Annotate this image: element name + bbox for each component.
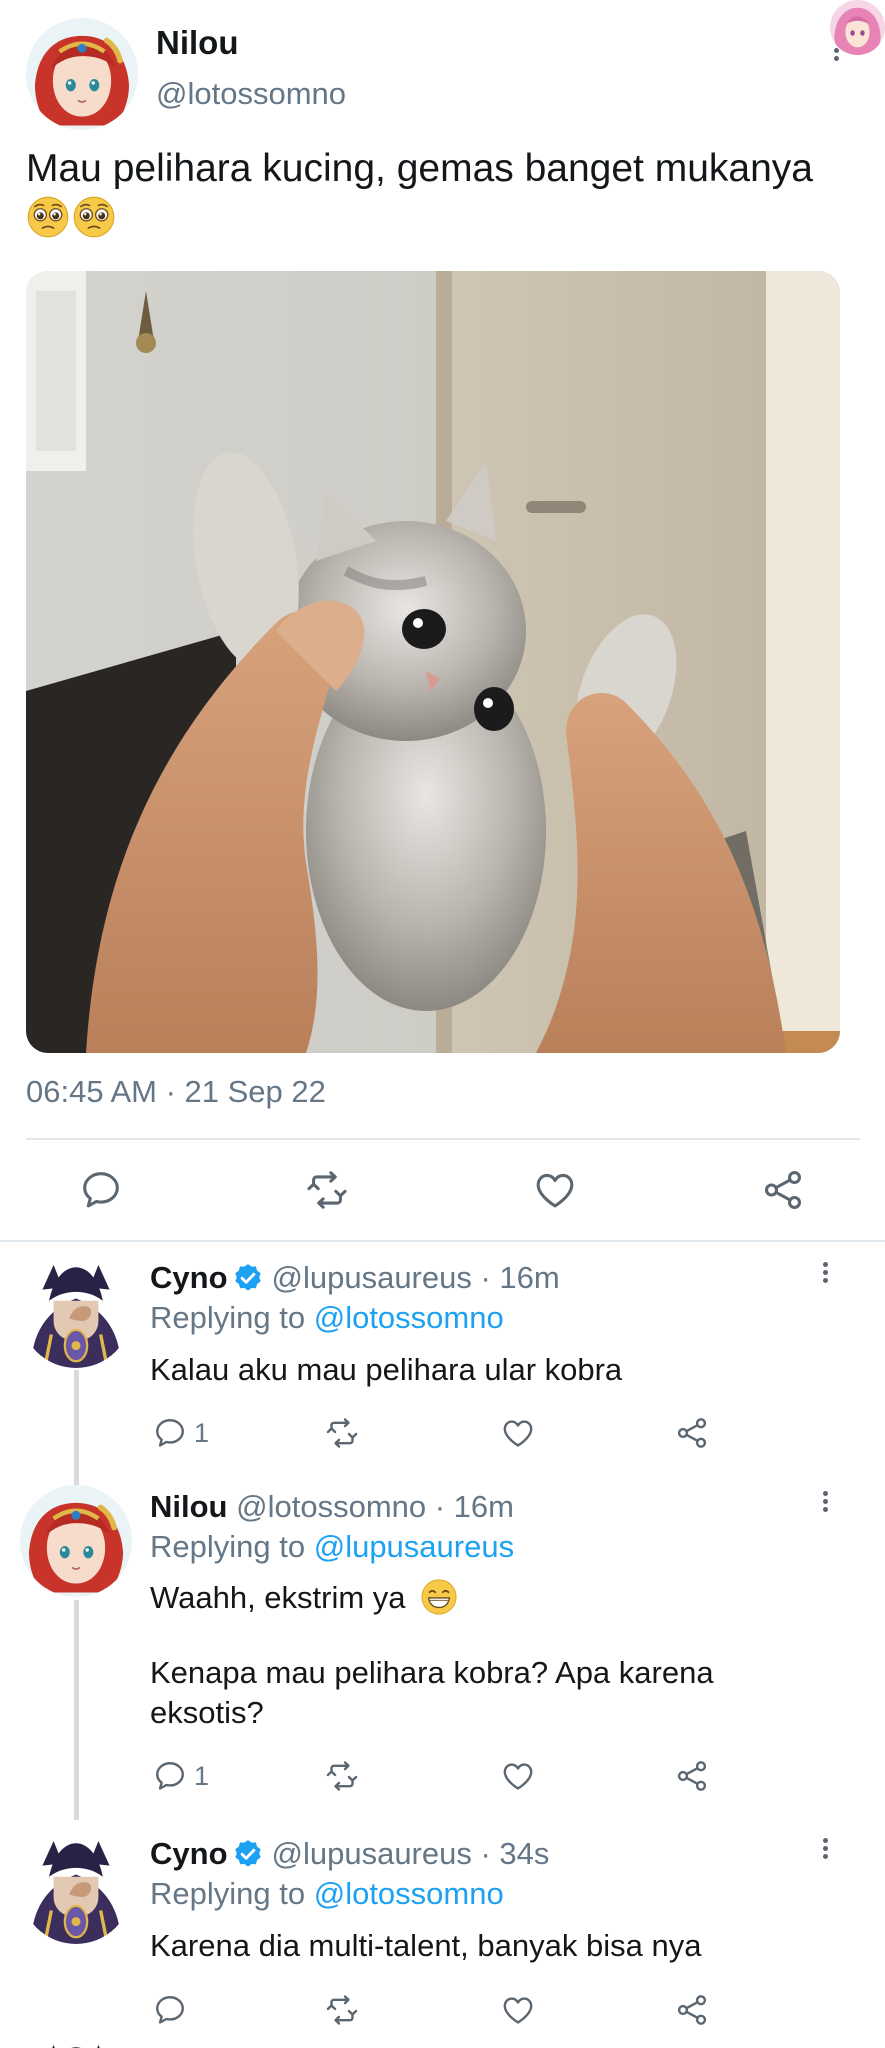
reply-text: Kenapa mau pelihara kobra? Apa karena ek…: [150, 1655, 714, 1730]
reply-more-options-icon[interactable]: [818, 1491, 832, 1521]
retweet-button[interactable]: [324, 1415, 360, 1451]
retweet-button[interactable]: [324, 1992, 360, 2028]
reply-icon: [78, 1167, 124, 1213]
like-button[interactable]: [532, 1167, 578, 1213]
tweet-timestamp: 06:45 AM · 21 Sep 22: [26, 1074, 326, 1109]
retweet-button[interactable]: [304, 1167, 350, 1213]
reply-author-handle[interactable]: @lotossomno: [236, 1489, 426, 1524]
share-icon: [674, 1992, 710, 2028]
reply-time: · 34s: [480, 1836, 550, 1871]
retweet-icon: [324, 1415, 360, 1451]
share-icon: [760, 1167, 806, 1213]
replying-to-label: Replying to: [150, 1876, 306, 1911]
reply-avatar[interactable]: [20, 1256, 132, 1368]
grinning-face-emoji-icon: [420, 1578, 458, 1616]
author-avatar[interactable]: [26, 18, 138, 130]
like-icon: [500, 1758, 536, 1794]
share-button[interactable]: [674, 1992, 710, 2028]
reply-more-options-icon[interactable]: [818, 1262, 832, 1292]
thread-line: [74, 1600, 79, 1820]
reply-icon: [152, 1992, 188, 2028]
replying-to: Replying to @lupusaureus: [150, 1529, 514, 1565]
kitten-photo-image: [26, 271, 840, 1053]
like-button[interactable]: [500, 1415, 536, 1451]
reply-more-options-icon[interactable]: [818, 1838, 832, 1868]
tweet-text-content: Mau pelihara kucing, gemas banget mukany…: [26, 147, 813, 190]
more-options-icon[interactable]: [829, 48, 843, 72]
tweet-photo[interactable]: [26, 271, 840, 1053]
reply-button[interactable]: [78, 1167, 124, 1213]
reply-time: · 16m: [434, 1489, 514, 1524]
replying-to-label: Replying to: [150, 1529, 306, 1564]
pleading-face-emoji-icon: [26, 195, 70, 239]
reply-author-name[interactable]: Cyno: [150, 1260, 228, 1295]
retweet-icon: [304, 1167, 350, 1213]
reply-header: Cyno @lupusaureus · 16m: [150, 1260, 560, 1296]
reply-count: 1: [194, 1761, 210, 1791]
like-icon: [500, 1992, 536, 2028]
replying-to: Replying to @lotossomno: [150, 1876, 504, 1912]
share-button[interactable]: [760, 1167, 806, 1213]
verified-badge-icon: [232, 1838, 264, 1870]
share-button[interactable]: [674, 1758, 710, 1794]
reply-avatar[interactable]: [20, 1485, 132, 1597]
reply-author-name[interactable]: Cyno: [150, 1836, 228, 1871]
thread-line: [74, 1370, 79, 1485]
share-button[interactable]: [674, 1415, 710, 1451]
like-button[interactable]: [500, 1992, 536, 2028]
like-button[interactable]: [500, 1758, 536, 1794]
share-icon: [674, 1758, 710, 1794]
reply-icon: [152, 1415, 188, 1451]
reply-author-handle[interactable]: @lupusaureus: [272, 1260, 472, 1295]
reply-text-line: Waahh, ekstrim ya: [150, 1580, 406, 1615]
divider: [26, 1138, 860, 1140]
author-name[interactable]: Nilou: [156, 24, 238, 62]
replying-to: Replying to @lotossomno: [150, 1300, 504, 1336]
replying-to-mention[interactable]: @lotossomno: [314, 1876, 504, 1911]
like-icon: [532, 1167, 578, 1213]
retweet-button[interactable]: [324, 1758, 360, 1794]
reply-author-handle[interactable]: @lupusaureus: [272, 1836, 472, 1871]
reply-text: Karena dia multi-talent, banyak bisa nya: [150, 1928, 702, 1963]
replying-to-label: Replying to: [150, 1300, 306, 1335]
author-handle[interactable]: @lotossomno: [156, 76, 346, 112]
divider: [0, 1240, 885, 1242]
retweet-icon: [324, 1992, 360, 2028]
replying-to-mention[interactable]: @lotossomno: [314, 1300, 504, 1335]
retweet-icon: [324, 1758, 360, 1794]
pleading-face-emoji-icon: [72, 195, 116, 239]
tweet-text: Mau pelihara kucing, gemas banget mukany…: [26, 144, 826, 244]
reply-text: Waahh, ekstrim ya: [150, 1578, 850, 1618]
reply-button[interactable]: [152, 1415, 188, 1451]
reply-time: · 16m: [480, 1260, 560, 1295]
next-reply-avatar[interactable]: [20, 2036, 132, 2048]
verified-badge-icon: [232, 1262, 264, 1294]
reply-count: 1: [194, 1418, 210, 1448]
share-icon: [674, 1415, 710, 1451]
reply-author-name[interactable]: Nilou: [150, 1489, 228, 1524]
reply-button[interactable]: [152, 1758, 188, 1794]
reply-header: Cyno @lupusaureus · 34s: [150, 1836, 549, 1872]
account-avatar[interactable]: [830, 0, 885, 55]
like-icon: [500, 1415, 536, 1451]
reply-header: Nilou @lotossomno · 16m: [150, 1489, 514, 1525]
reply-icon: [152, 1758, 188, 1794]
reply-text: Kalau aku mau pelihara ular kobra: [150, 1352, 623, 1387]
reply-avatar[interactable]: [20, 1832, 132, 1944]
reply-button[interactable]: [152, 1992, 188, 2028]
replying-to-mention[interactable]: @lupusaureus: [314, 1529, 514, 1564]
